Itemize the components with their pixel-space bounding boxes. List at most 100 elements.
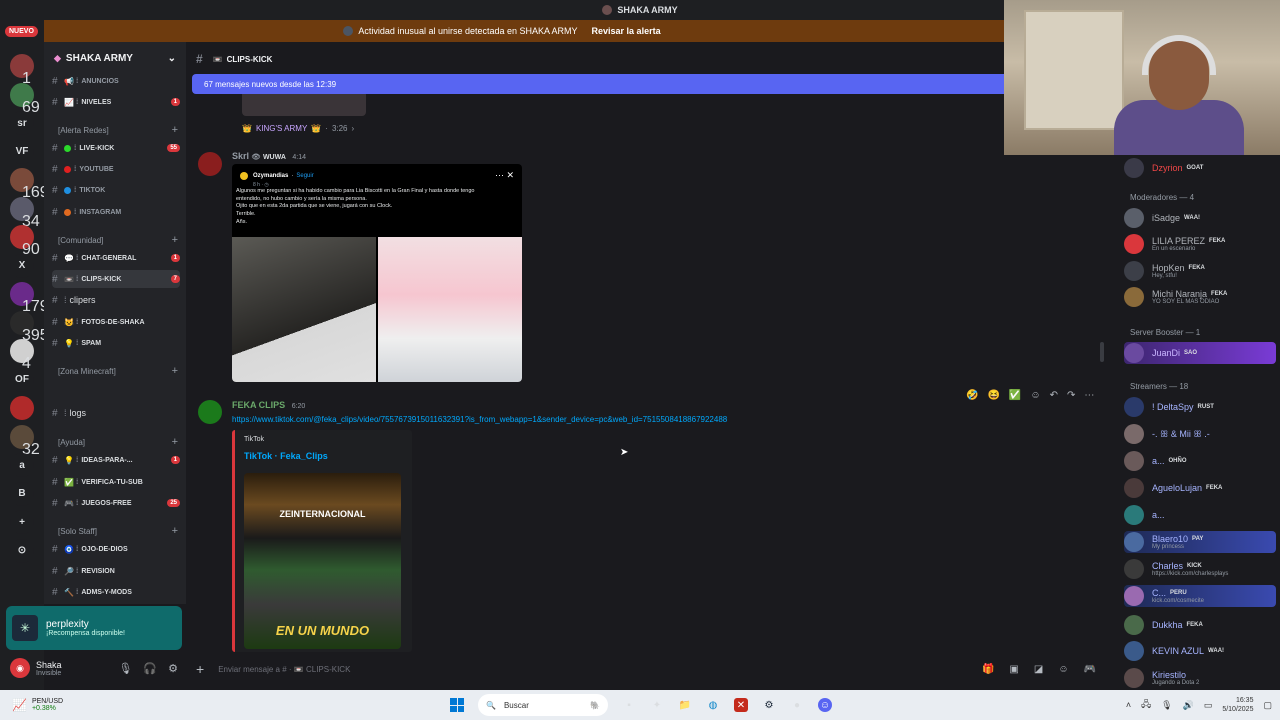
- reply-author[interactable]: KING'S ARMY: [256, 124, 307, 133]
- microphone-icon[interactable]: 🎙: [118, 662, 132, 675]
- message-author[interactable]: FEKA CLIPS: [232, 400, 285, 410]
- taskbar-search[interactable]: 🔍 Buscar 🐘: [478, 694, 608, 716]
- scrollbar[interactable]: [1100, 342, 1104, 362]
- volume-icon[interactable]: 🔊: [1183, 700, 1194, 711]
- task-view-icon[interactable]: ▪: [622, 698, 636, 712]
- file-explorer-icon[interactable]: 📁: [678, 698, 692, 712]
- member-item[interactable]: Michi Naranja FEKA YO SOY EL MAS ODIAO: [1124, 286, 1276, 308]
- member-item[interactable]: iSadge WAA!: [1124, 207, 1276, 229]
- store-app-icon[interactable]: ✕: [734, 698, 748, 712]
- add-channel-icon[interactable]: +: [172, 124, 178, 136]
- member-item[interactable]: KEVIN AZUL WAA!: [1124, 640, 1276, 662]
- apps-icon[interactable]: 🎮: [1084, 664, 1096, 675]
- member-item[interactable]: a... OHÑO: [1124, 450, 1276, 472]
- microphone-tray-icon[interactable]: 🎙: [1161, 700, 1172, 711]
- server-icon[interactable]: X: [10, 253, 34, 278]
- channel-item[interactable]: # ⁞ LIVE-KICK 55: [52, 139, 180, 157]
- channel-item[interactable]: # 🔎 ⁞ REVISION: [52, 562, 180, 580]
- channel-item[interactable]: # ⁞ clipers: [52, 291, 180, 309]
- member-item[interactable]: Kiriestilo Jugando a Dota 2: [1124, 667, 1276, 689]
- network-icon[interactable]: 🖧: [1141, 697, 1151, 713]
- attach-plus-icon[interactable]: +: [196, 661, 204, 677]
- channel-category[interactable]: [Solo Staff] +: [58, 525, 178, 537]
- channel-category[interactable]: [Comunidad] +: [58, 234, 178, 246]
- embed-thumbnail[interactable]: ZEINTERNACIONAL EN UN MUNDO: [244, 473, 401, 649]
- tiktok-link[interactable]: https://www.tiktok.com/@feka_clips/video…: [232, 415, 727, 424]
- server-icon[interactable]: OF: [10, 367, 34, 392]
- channel-category[interactable]: [Ayuda] +: [58, 436, 178, 448]
- member-item[interactable]: Dzyrion GOAT: [1124, 157, 1276, 179]
- channel-item[interactable]: # 📢 ⁞ ANUNCIOS: [52, 72, 180, 90]
- review-alert-button[interactable]: Revisar la alerta: [592, 26, 661, 36]
- headphones-icon[interactable]: 🎧: [143, 662, 157, 675]
- member-item[interactable]: a...: [1124, 504, 1276, 526]
- add-channel-icon[interactable]: +: [172, 525, 178, 537]
- tweet-image[interactable]: Ozymandias · Seguir ⋯ ✕ 8 h · ◷ Algunos …: [232, 164, 522, 382]
- server-icon[interactable]: VF: [10, 139, 34, 164]
- add-channel-icon[interactable]: +: [172, 234, 178, 246]
- user-avatar[interactable]: ◉: [10, 658, 30, 678]
- promo-card[interactable]: ✳ perplexity ¡Recompensa disponible!: [6, 606, 182, 650]
- add-channel-icon[interactable]: +: [172, 436, 178, 448]
- composer-input[interactable]: Enviar mensaje a # · 📼 CLIPS-KICK: [218, 665, 350, 674]
- channel-item[interactable]: # ⁞ logs: [52, 404, 180, 422]
- server-icon[interactable]: +: [10, 510, 34, 534]
- member-item[interactable]: C... PERU kick.com/cosmecite: [1124, 585, 1276, 607]
- battery-icon[interactable]: ▭: [1204, 700, 1213, 711]
- new-badge[interactable]: NUEVO: [5, 26, 38, 37]
- member-item[interactable]: -. ꕥ & Mii ꕥ .-: [1124, 423, 1276, 445]
- gift-icon[interactable]: 🎁: [982, 664, 994, 675]
- widgets-ticker[interactable]: 📈 PEN/USD +0.38%: [12, 698, 63, 712]
- channel-item[interactable]: # ⁞ INSTAGRAM: [52, 203, 180, 221]
- windows-start-icon[interactable]: [450, 698, 464, 712]
- channel-item[interactable]: # 🧿 ⁞ OJO-DE-DIOS: [52, 540, 180, 558]
- channel-item[interactable]: # ⁞ YOUTUBE: [52, 160, 180, 178]
- member-item[interactable]: ! DeltaSpy RUST: [1124, 396, 1276, 418]
- emoji-icon[interactable]: ☺: [1058, 664, 1068, 675]
- channel-item[interactable]: # 💡 ⁞ IDEAS-PARA-... 1: [52, 451, 180, 469]
- member-item[interactable]: JuanDi SAO: [1124, 342, 1276, 364]
- member-item[interactable]: Dukkha FEKA: [1124, 614, 1276, 636]
- discord-icon[interactable]: ☺: [818, 698, 832, 712]
- channel-item[interactable]: # 💬 ⁞ CHAT-GENERAL 1: [52, 249, 180, 267]
- check-icon[interactable]: ✅: [1009, 390, 1021, 401]
- add-channel-icon[interactable]: +: [172, 365, 178, 377]
- message-avatar[interactable]: [198, 400, 222, 424]
- server-icon[interactable]: [10, 396, 34, 420]
- message-avatar[interactable]: [198, 152, 222, 176]
- previous-image-attachment[interactable]: [242, 94, 366, 116]
- more-icon[interactable]: ⋯: [1084, 390, 1094, 401]
- server-icon[interactable]: a: [10, 453, 34, 477]
- member-item[interactable]: LILIA PEREZ FEKA En un escenario: [1124, 233, 1276, 255]
- channel-item[interactable]: # 🎮 ⁞ JUEGOS-FREE 25: [52, 494, 180, 512]
- member-item[interactable]: Charles KICK https://kick.com/charlesplays: [1124, 558, 1276, 580]
- member-item[interactable]: HopKen FEKA Hey, stfu!: [1124, 260, 1276, 282]
- chevron-down-icon[interactable]: ⌄: [168, 53, 176, 64]
- edge-icon[interactable]: ◍: [706, 698, 720, 712]
- server-icon[interactable]: ⊙: [10, 538, 34, 563]
- gif-icon[interactable]: ▣: [1009, 664, 1018, 675]
- app-icon[interactable]: ●: [790, 698, 804, 712]
- forward-icon[interactable]: ↷: [1067, 390, 1075, 401]
- channel-category[interactable]: [Zona Minecraft] +: [58, 365, 178, 377]
- reply-icon[interactable]: ↶: [1050, 390, 1058, 401]
- server-icon[interactable]: B: [10, 481, 34, 506]
- copilot-icon[interactable]: ✦: [650, 698, 664, 712]
- channel-item[interactable]: # 💡 ⁞ SPAM: [52, 334, 180, 352]
- channel-item[interactable]: # 🔨 ⁞ ADMS-Y-MODS: [52, 583, 180, 601]
- channel-item[interactable]: # 📼 ⁞ CLIPS-KICK 7: [52, 270, 180, 288]
- gear-icon[interactable]: ⚙: [168, 662, 178, 675]
- message-author[interactable]: Skrl: [232, 151, 249, 161]
- add-reaction-icon[interactable]: ☺: [1030, 390, 1040, 401]
- member-item[interactable]: AgueloLujan FEKA: [1124, 477, 1276, 499]
- taskbar-clock[interactable]: 16:35 5/10/2025: [1222, 696, 1253, 714]
- new-messages-bar[interactable]: 67 mensajes nuevos desde las 12:39: [192, 74, 1004, 94]
- steam-icon[interactable]: ⚙: [762, 698, 776, 712]
- member-item[interactable]: Blaero10 PAY My princess: [1124, 531, 1276, 553]
- channel-category[interactable]: [Alerta Redes] +: [58, 124, 178, 136]
- server-icon[interactable]: sr: [10, 111, 34, 135]
- sticker-icon[interactable]: ◪: [1034, 664, 1043, 675]
- channel-item[interactable]: # 😺 ⁞ FOTOS-DE-SHAKA: [52, 313, 180, 331]
- server-header[interactable]: ◆ SHAKA ARMY ⌄: [44, 42, 186, 74]
- notifications-icon[interactable]: ▢: [1263, 700, 1272, 711]
